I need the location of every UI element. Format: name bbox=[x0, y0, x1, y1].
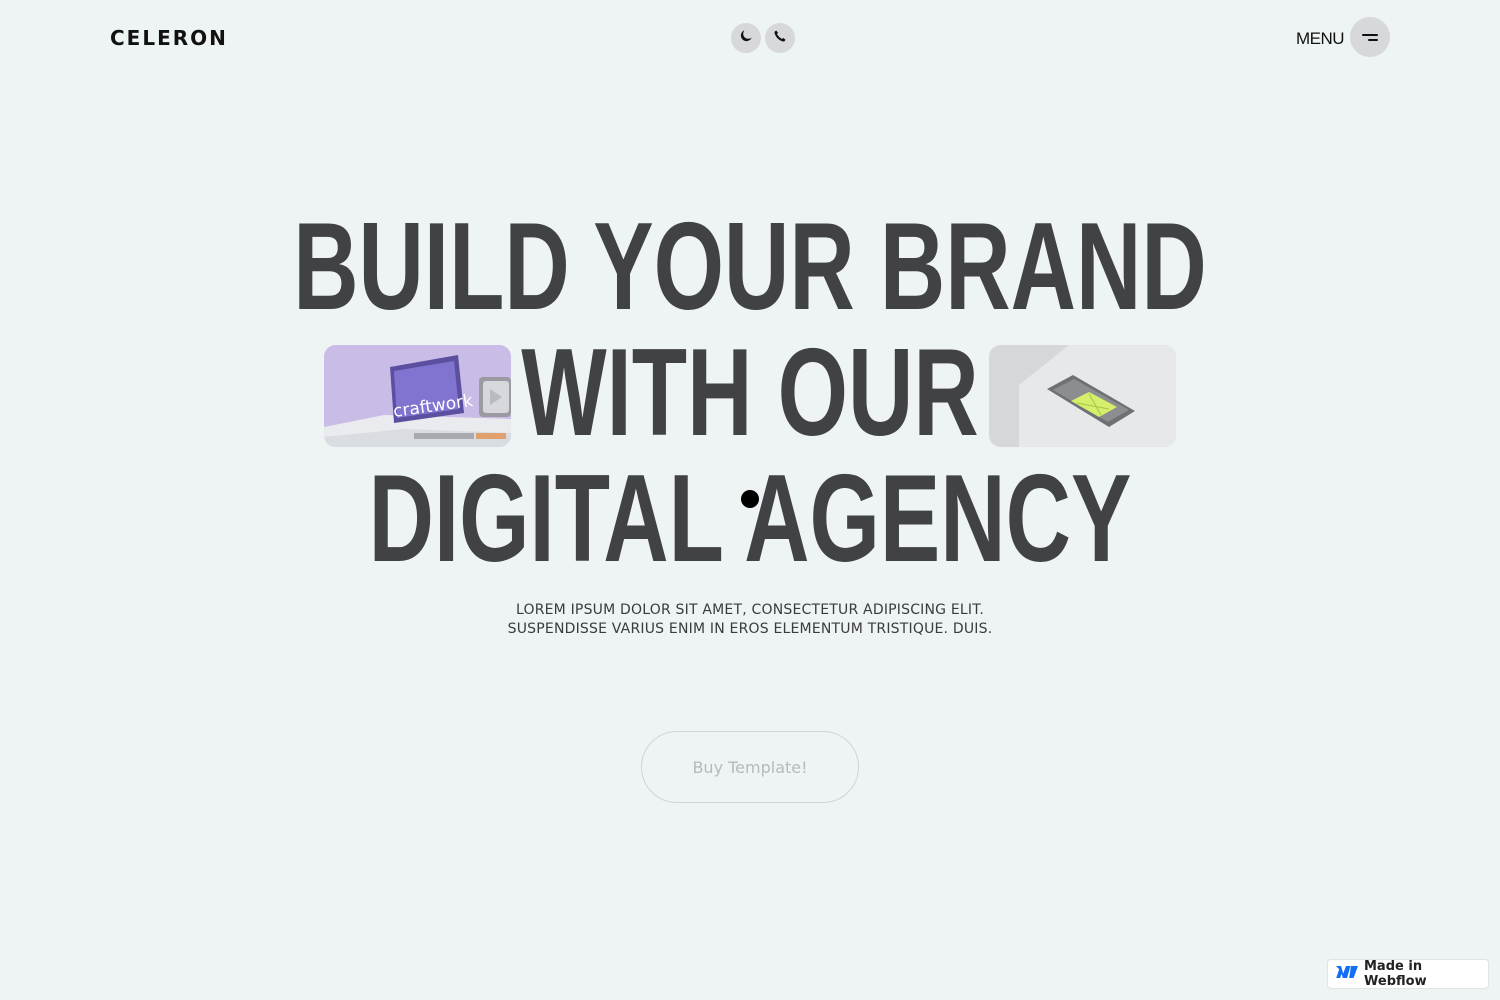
phone-icon bbox=[773, 29, 787, 48]
badge-label: Made in Webflow bbox=[1364, 959, 1427, 989]
buy-template-button[interactable]: Buy Template! bbox=[641, 731, 859, 803]
theme-toggle-button[interactable] bbox=[731, 23, 761, 53]
logo[interactable]: CELERON bbox=[110, 26, 228, 50]
page: CELERON MENU BUILD YOUR BRAND WITH OUR D… bbox=[0, 0, 1500, 1000]
made-in-webflow-badge[interactable]: Made in Webflow bbox=[1327, 959, 1489, 989]
cursor-dot bbox=[741, 490, 759, 508]
webflow-icon bbox=[1336, 965, 1358, 983]
menu-label[interactable]: MENU bbox=[1296, 29, 1345, 49]
phone-mockup-image bbox=[989, 345, 1176, 447]
headline-line-1: BUILD YOUR BRAND bbox=[293, 198, 1207, 336]
headline-line-3: DIGITAL AGENCY bbox=[368, 450, 1132, 588]
laptop-mockup-image: craftwork bbox=[324, 345, 511, 447]
hero-subtitle: LOREM IPSUM DOLOR SIT AMET, CONSECTETUR … bbox=[507, 602, 993, 637]
moon-icon bbox=[739, 29, 753, 48]
menu-button[interactable] bbox=[1350, 17, 1390, 57]
call-button[interactable] bbox=[765, 23, 795, 53]
hamburger-icon bbox=[1362, 33, 1378, 36]
